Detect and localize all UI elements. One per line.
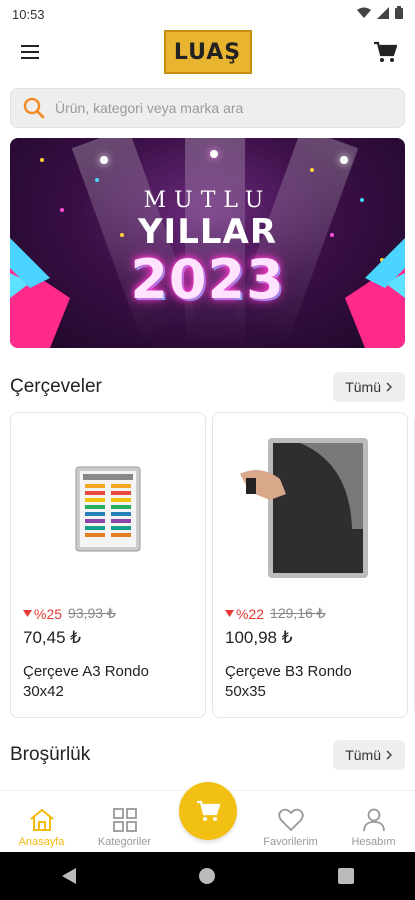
user-icon xyxy=(362,808,385,832)
bottom-nav: Anasayfa Kategoriler Favorilerim Hesabım xyxy=(0,782,415,852)
price: 70,45 ₺ xyxy=(23,628,82,647)
cart-icon xyxy=(374,41,397,62)
menu-icon xyxy=(21,45,39,59)
party-cone-left xyxy=(10,238,70,348)
logo[interactable]: LUAŞ xyxy=(163,30,252,74)
nav-favorites[interactable]: Favorilerim xyxy=(251,808,331,848)
nav-account-label: Hesabım xyxy=(351,836,396,848)
discount-badge: %22 xyxy=(225,606,264,622)
signal-icon xyxy=(377,6,389,22)
nav-cart[interactable] xyxy=(168,782,248,848)
cart-fab[interactable] xyxy=(178,782,237,840)
recent-apps-icon[interactable] xyxy=(338,868,355,884)
spotlight xyxy=(340,156,348,164)
confetti xyxy=(95,178,99,182)
spotlight xyxy=(100,156,108,164)
app-header: LUAŞ xyxy=(0,28,415,76)
party-cone-right xyxy=(345,238,405,348)
grid-icon xyxy=(112,808,137,832)
cart-button[interactable] xyxy=(369,36,401,68)
see-all-label: Tümü xyxy=(345,747,381,763)
nav-home-label: Anasayfa xyxy=(18,836,65,848)
cart-icon xyxy=(196,800,220,821)
discount-row: %25 93,93 ₺ xyxy=(23,605,193,622)
section-header-frames: Çerçeveler Tümü xyxy=(10,372,405,402)
chevron-right-icon xyxy=(386,382,393,392)
discount-row: %22 129,16 ₺ xyxy=(225,605,395,622)
heart-icon xyxy=(277,808,304,832)
nav-account[interactable]: Hesabım xyxy=(334,808,414,848)
see-all-button[interactable]: Tümü xyxy=(333,372,405,402)
home-circle-icon[interactable] xyxy=(198,867,216,885)
arrow-down-icon xyxy=(225,610,234,617)
search-input[interactable] xyxy=(55,100,392,116)
old-price: 129,16 ₺ xyxy=(270,605,326,621)
wifi-icon xyxy=(357,7,371,22)
product-image xyxy=(23,425,193,593)
spotlight xyxy=(210,150,218,158)
product-name: Çerçeve B3 Rondo 50x35 xyxy=(225,663,352,700)
back-icon[interactable] xyxy=(61,867,77,885)
product-card[interactable]: %22 129,16 ₺ 100,98 ₺ Çerçeve B3 Rondo 5… xyxy=(212,412,408,718)
discount-badge: %25 xyxy=(23,606,62,622)
nav-categories-label: Kategoriler xyxy=(97,836,152,848)
search-bar[interactable] xyxy=(10,88,405,128)
see-all-button[interactable]: Tümü xyxy=(333,740,405,770)
see-all-label: Tümü xyxy=(345,379,381,395)
nav-categories[interactable]: Kategoriler xyxy=(85,808,165,848)
discount-value: %22 xyxy=(236,605,265,622)
product-name: Çerçeve A3 Rondo 30x42 xyxy=(23,663,149,700)
product-image xyxy=(225,425,395,593)
discount-value: %25 xyxy=(34,605,63,622)
promo-banner[interactable]: MUTLU YILLAR 2023 xyxy=(10,138,405,348)
product-list: %25 93,93 ₺ 70,45 ₺ Çerçeve A3 Rondo 30x… xyxy=(10,412,415,718)
section-header-brochures: Broşürlük Tümü xyxy=(10,740,405,770)
home-icon xyxy=(29,808,54,831)
nav-favorites-label: Favorilerim xyxy=(263,836,318,848)
status-icons xyxy=(357,6,403,22)
menu-button[interactable] xyxy=(14,36,46,68)
product-card[interactable]: %25 93,93 ₺ 70,45 ₺ Çerçeve A3 Rondo 30x… xyxy=(10,412,206,718)
banner-line-1: MUTLU xyxy=(143,188,272,213)
confetti xyxy=(40,158,44,162)
system-nav-bar xyxy=(0,852,415,900)
arrow-down-icon xyxy=(23,610,32,617)
confetti xyxy=(310,168,314,172)
search-icon xyxy=(23,97,45,119)
battery-icon xyxy=(395,6,403,22)
logo-text: LUAŞ xyxy=(173,39,242,65)
chevron-right-icon xyxy=(386,750,393,760)
price: 100,98 ₺ xyxy=(225,628,293,647)
old-price: 93,93 ₺ xyxy=(68,605,116,621)
status-bar: 10:53 xyxy=(0,0,415,28)
status-time: 10:53 xyxy=(12,6,45,22)
section-title: Broşürlük xyxy=(10,744,91,765)
nav-home[interactable]: Anasayfa xyxy=(2,808,82,848)
section-title: Çerçeveler xyxy=(10,376,102,397)
